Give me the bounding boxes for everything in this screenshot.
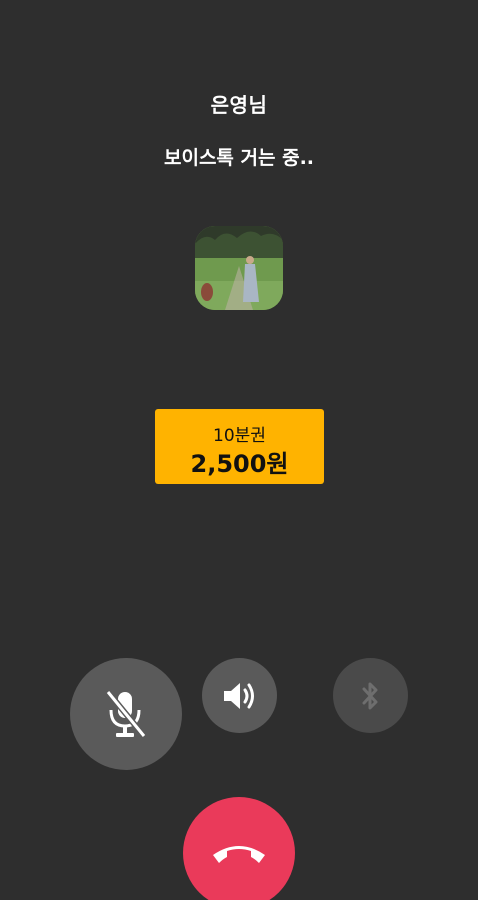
- speaker-icon: [223, 682, 254, 709]
- avatar: [195, 226, 283, 310]
- hangup-button[interactable]: [183, 797, 295, 900]
- price-card[interactable]: 10분권 2,500원: [155, 409, 324, 484]
- mute-button[interactable]: [70, 658, 182, 770]
- microphone-off-icon: [105, 690, 147, 738]
- price-amount: 2,500원: [190, 450, 289, 478]
- avatar-photo: [195, 226, 283, 310]
- caller-name: 은영님: [210, 93, 268, 117]
- call-status: 보이스톡 거는 중..: [163, 147, 315, 169]
- price-plan-label: 10분권: [213, 426, 266, 446]
- phone-hangup-icon: [213, 846, 265, 863]
- speaker-button[interactable]: [202, 658, 277, 733]
- call-screen: 은영님 보이스톡 거는 중.. 10분권 2,500원: [0, 0, 478, 900]
- bluetooth-button[interactable]: [333, 658, 408, 733]
- bluetooth-icon: [362, 682, 377, 709]
